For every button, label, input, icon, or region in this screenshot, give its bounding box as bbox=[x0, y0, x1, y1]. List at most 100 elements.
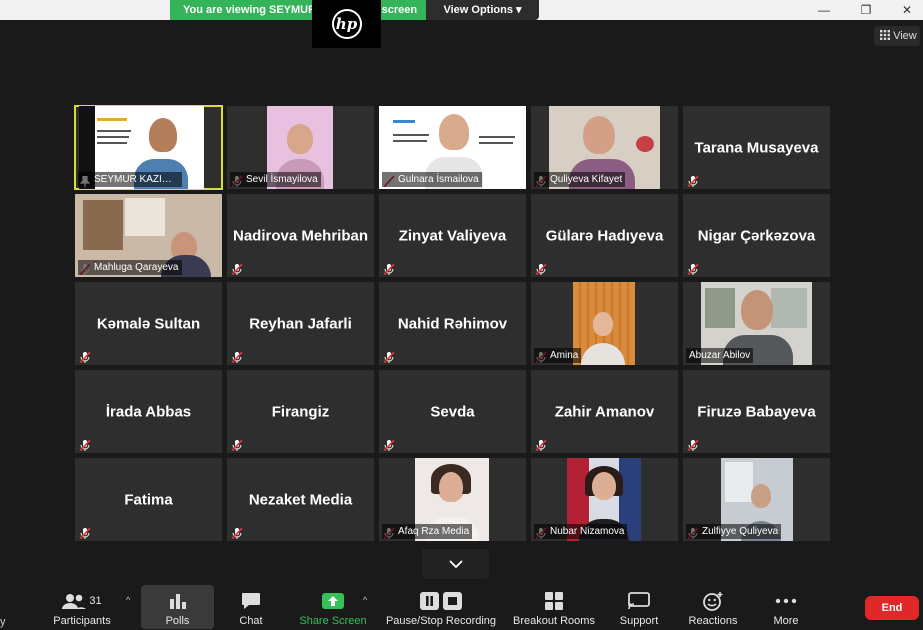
participant-tile[interactable]: Quliyeva Kifayet bbox=[531, 106, 678, 189]
participant-tile[interactable]: Nezaket Media bbox=[227, 458, 374, 541]
participant-name: Tarana Musayeva bbox=[694, 139, 819, 156]
participant-tile[interactable]: Firangiz bbox=[227, 370, 374, 453]
participant-tile[interactable]: Nigar Çərkəzova bbox=[683, 194, 830, 277]
participant-label: Quliyeva Kifayet bbox=[534, 172, 626, 187]
participant-tile[interactable]: Zahir Amanov bbox=[531, 370, 678, 453]
chevron-down-icon bbox=[448, 555, 463, 573]
participants-button[interactable]: 31 Participants bbox=[50, 585, 114, 629]
more-button[interactable]: More bbox=[766, 585, 806, 629]
participant-name: İrada Abbas bbox=[105, 403, 192, 420]
muted-mic-icon bbox=[687, 174, 699, 188]
hp-logo: hp bbox=[331, 9, 362, 39]
participant-tile[interactable]: Zulfiyye Quliyeva bbox=[683, 458, 830, 541]
participant-name: Nigar Çərkəzova bbox=[697, 227, 816, 244]
participant-name: Firuzə Babayeva bbox=[697, 403, 816, 420]
participant-tile[interactable]: Mahluga Qarayeva bbox=[75, 194, 222, 277]
restore-button[interactable]: ❐ bbox=[858, 2, 874, 18]
muted-mic-icon bbox=[535, 262, 547, 276]
hp-logo-overlay: hp bbox=[312, 0, 381, 48]
participant-tile[interactable]: Reyhan Jafarli bbox=[227, 282, 374, 365]
participant-name: Firangiz bbox=[271, 403, 330, 420]
participant-label: Sevil İsmayilova bbox=[230, 172, 321, 187]
chat-button[interactable]: Chat bbox=[228, 585, 274, 629]
participant-tile[interactable]: Kəmalə Sultan bbox=[75, 282, 222, 365]
muted-mic-icon bbox=[535, 438, 547, 452]
share-caret[interactable]: ^ bbox=[363, 595, 367, 605]
muted-mic-icon bbox=[79, 438, 91, 452]
close-button[interactable]: ✕ bbox=[899, 2, 915, 18]
participant-tile[interactable]: Sevil İsmayilova bbox=[227, 106, 374, 189]
participants-label: Participants bbox=[53, 615, 111, 627]
participant-video bbox=[573, 282, 635, 365]
participant-tile[interactable]: Abuzar Abilov bbox=[683, 282, 830, 365]
muted-mic-icon bbox=[383, 262, 395, 276]
participants-icon: 31 bbox=[62, 589, 102, 613]
participant-label: SEYMUR KAZIMOV bbox=[78, 172, 182, 187]
polls-label: Polls bbox=[165, 615, 190, 627]
collapse-toolbar-button[interactable] bbox=[422, 549, 489, 579]
gallery-view-button[interactable]: View bbox=[874, 26, 920, 46]
muted-mic-icon bbox=[231, 262, 243, 276]
polls-button[interactable]: Polls bbox=[141, 585, 214, 629]
muted-mic-icon bbox=[231, 526, 243, 540]
participant-tile[interactable]: Fatima bbox=[75, 458, 222, 541]
participant-tile[interactable]: Firuzə Babayeva bbox=[683, 370, 830, 453]
smiley-icon bbox=[702, 589, 724, 613]
participant-name: Sevda bbox=[430, 403, 475, 420]
participant-tile[interactable]: Gulnara İsmailova bbox=[379, 106, 526, 189]
end-meeting-button[interactable]: End bbox=[865, 596, 919, 620]
participant-name: Zahir Amanov bbox=[554, 403, 655, 420]
chat-label: Chat bbox=[239, 615, 263, 627]
muted-mic-icon bbox=[687, 438, 699, 452]
participant-tile[interactable]: Tarana Musayeva bbox=[683, 106, 830, 189]
participant-tile[interactable]: Sevda bbox=[379, 370, 526, 453]
participant-name: Fatima bbox=[124, 491, 173, 508]
share-screen-button[interactable]: Share Screen bbox=[296, 585, 370, 629]
participant-tile[interactable]: SEYMUR KAZIMOV bbox=[74, 105, 223, 190]
participant-name: Nezaket Media bbox=[248, 491, 353, 508]
muted-mic-icon bbox=[687, 262, 699, 276]
video-gallery: SEYMUR KAZIMOV Sevil İsmayilova Gulnara … bbox=[74, 105, 837, 548]
participant-label: Abuzar Abilov bbox=[686, 348, 754, 363]
bar-chart-icon bbox=[169, 589, 187, 613]
more-label: More bbox=[773, 615, 799, 627]
support-button[interactable]: Support bbox=[614, 585, 664, 629]
share-screen-icon bbox=[321, 589, 345, 613]
muted-mic-icon bbox=[79, 350, 91, 364]
participants-caret[interactable]: ^ bbox=[126, 595, 130, 605]
participant-tile[interactable]: Zinyat Valiyeva bbox=[379, 194, 526, 277]
muted-mic-icon bbox=[231, 350, 243, 364]
participant-label: Gulnara İsmailova bbox=[382, 172, 482, 187]
participant-tile[interactable]: Nadirova Mehriban bbox=[227, 194, 374, 277]
breakout-rooms-icon bbox=[544, 589, 564, 613]
participant-tile[interactable]: Afaq Rza Media bbox=[379, 458, 526, 541]
participant-tile[interactable]: Nahid Rəhimov bbox=[379, 282, 526, 365]
participant-label: Mahluga Qarayeva bbox=[78, 260, 182, 275]
meeting-toolbar: y 31 Participants ^ Polls Chat Share Scr… bbox=[0, 581, 923, 630]
participant-tile[interactable]: Nubar Nizamova bbox=[531, 458, 678, 541]
view-options-button[interactable]: View Options ▾ bbox=[426, 0, 539, 20]
participant-tile[interactable]: İrada Abbas bbox=[75, 370, 222, 453]
participant-label: Zulfiyye Quliyeva bbox=[686, 524, 782, 539]
participant-label: Afaq Rza Media bbox=[382, 524, 473, 539]
participant-tile[interactable]: Gülarə Hadıyeva bbox=[531, 194, 678, 277]
participant-label: Nubar Nizamova bbox=[534, 524, 628, 539]
participant-name: Nahid Rəhimov bbox=[397, 315, 508, 332]
reactions-button[interactable]: Reactions bbox=[686, 585, 740, 629]
participant-name: Kəmalə Sultan bbox=[96, 315, 201, 332]
share-screen-label: Share Screen bbox=[299, 615, 367, 627]
minimize-button[interactable]: — bbox=[816, 2, 832, 18]
participant-tile[interactable]: Amina bbox=[531, 282, 678, 365]
more-dots-icon bbox=[775, 589, 797, 613]
participant-label: Amina bbox=[534, 348, 582, 363]
support-label: Support bbox=[619, 615, 659, 627]
muted-mic-icon bbox=[231, 438, 243, 452]
view-label: View bbox=[893, 30, 917, 42]
cast-icon bbox=[628, 589, 650, 613]
muted-mic-icon bbox=[79, 526, 91, 540]
pause-stop-recording-button[interactable]: Pause/Stop Recording bbox=[384, 585, 498, 629]
participant-name: Nadirova Mehriban bbox=[232, 227, 369, 244]
breakout-rooms-button[interactable]: Breakout Rooms bbox=[510, 585, 598, 629]
participant-name: Reyhan Jafarli bbox=[249, 315, 352, 332]
toolbar-edge-text: y bbox=[0, 616, 6, 628]
